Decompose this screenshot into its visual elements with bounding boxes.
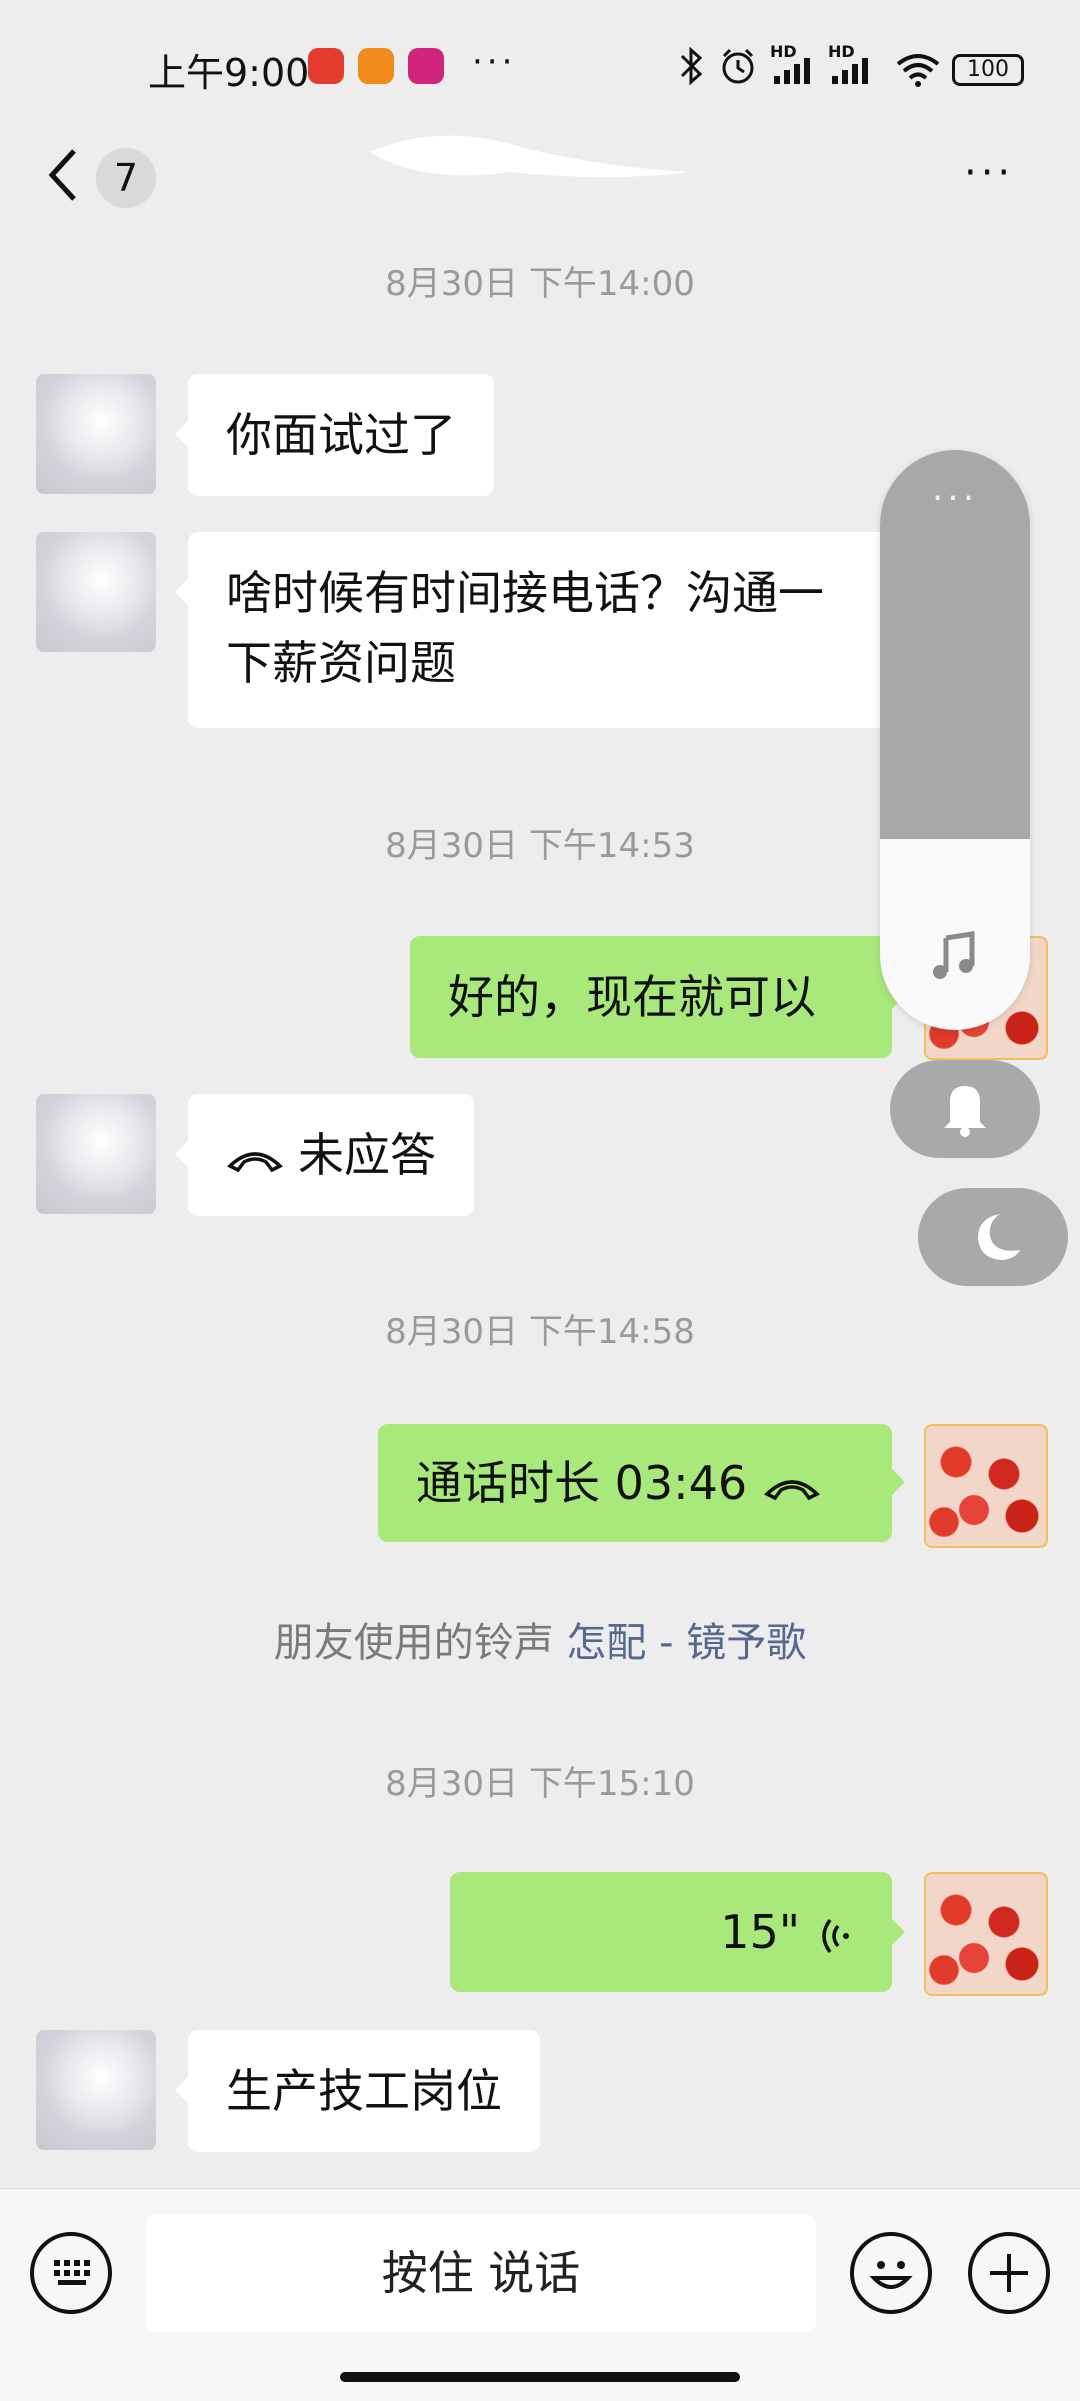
- message-text: 未应答: [298, 1128, 436, 1182]
- call-duration-bubble[interactable]: 通话时长 03:46: [378, 1424, 892, 1542]
- bubble-tail: [891, 1468, 905, 1496]
- message-text: 通话时长 03:46: [416, 1456, 748, 1510]
- more-actions-button[interactable]: [968, 2232, 1050, 2314]
- ring-mode-button[interactable]: [890, 1060, 1040, 1158]
- signal-icon: HD: [828, 42, 876, 92]
- voice-wave-icon: [822, 1918, 849, 1953]
- alarm-icon: [718, 46, 758, 90]
- hold-to-talk-button[interactable]: 按住 说话: [146, 2214, 816, 2332]
- music-note-icon: [926, 928, 982, 984]
- message-text: 下薪资问题: [226, 636, 456, 690]
- voice-duration: 15": [720, 1905, 800, 1959]
- contact-avatar[interactable]: [36, 2030, 156, 2150]
- hd-label: HD: [770, 42, 797, 61]
- do-not-disturb-button[interactable]: [918, 1188, 1068, 1286]
- ringtone-link[interactable]: 怎配 - 镜予歌: [566, 1620, 806, 1666]
- contact-name-redacted: [360, 112, 700, 192]
- signal-icon: HD: [770, 42, 818, 92]
- message-bubble[interactable]: 你面试过了: [188, 374, 494, 496]
- timestamp: 8月30日 下午14:58: [385, 1312, 695, 1352]
- app-notification-icon: [408, 48, 444, 84]
- plus-icon: [990, 2254, 1028, 2292]
- contact-avatar[interactable]: [36, 1094, 156, 1214]
- unread-count-badge[interactable]: 7: [96, 148, 156, 208]
- volume-more-icon[interactable]: ···: [880, 478, 1030, 519]
- bubble-tail: [175, 420, 189, 448]
- contact-avatar[interactable]: [36, 374, 156, 494]
- ringtone-prefix: 朋友使用的铃声: [273, 1620, 554, 1666]
- bluetooth-icon: [676, 44, 706, 92]
- bubble-tail: [175, 2076, 189, 2104]
- chat-menu-icon[interactable]: ···: [964, 150, 1014, 196]
- bubble-tail: [175, 578, 189, 606]
- volume-slider[interactable]: ···: [880, 450, 1030, 1030]
- keyboard-toggle-button[interactable]: [30, 2232, 112, 2314]
- ringtone-note: 朋友使用的铃声 怎配 - 镜予歌: [0, 1610, 1080, 1668]
- message-text: 你面试过了: [226, 408, 456, 462]
- battery-icon: 100: [952, 54, 1024, 86]
- moon-icon: [978, 1214, 1020, 1260]
- my-avatar[interactable]: [924, 1872, 1048, 1996]
- contact-avatar[interactable]: [36, 532, 156, 652]
- hangup-icon: [764, 1479, 821, 1500]
- message-bubble[interactable]: 好的，现在就可以: [410, 936, 892, 1058]
- hd-label: HD: [828, 42, 855, 61]
- message-text: 生产技工岗位: [226, 2064, 502, 2118]
- missed-call-bubble[interactable]: 未应答: [188, 1094, 474, 1216]
- emoji-button[interactable]: [850, 2232, 932, 2314]
- app-notification-icon: [308, 48, 344, 84]
- app-notification-icon: [358, 48, 394, 84]
- voice-message-bubble[interactable]: 15": [450, 1872, 892, 1992]
- status-more-icon: ···: [472, 42, 517, 82]
- timestamp: 8月30日 下午14:00: [385, 264, 695, 304]
- hangup-icon: [226, 1151, 284, 1172]
- message-bubble[interactable]: 生产技工岗位: [188, 2030, 540, 2152]
- bell-icon: [944, 1086, 986, 1137]
- keyboard-icon: [54, 2260, 90, 2285]
- bubble-tail: [891, 1918, 905, 1946]
- message-bubble[interactable]: 啥时候有时间接电话？沟通一 下薪资问题: [188, 532, 898, 728]
- home-indicator[interactable]: [340, 2372, 740, 2382]
- message-text: 好的，现在就可以: [448, 970, 816, 1024]
- timestamp: 8月30日 下午15:10: [385, 1764, 695, 1804]
- status-time: 上午9:00: [148, 51, 310, 95]
- bubble-tail: [175, 1140, 189, 1168]
- wifi-icon: [894, 50, 942, 92]
- my-avatar[interactable]: [924, 1424, 1048, 1548]
- message-text: 啥时候有时间接电话？沟通一: [226, 566, 824, 620]
- emoji-icon: [869, 2261, 913, 2289]
- back-icon[interactable]: [44, 145, 84, 205]
